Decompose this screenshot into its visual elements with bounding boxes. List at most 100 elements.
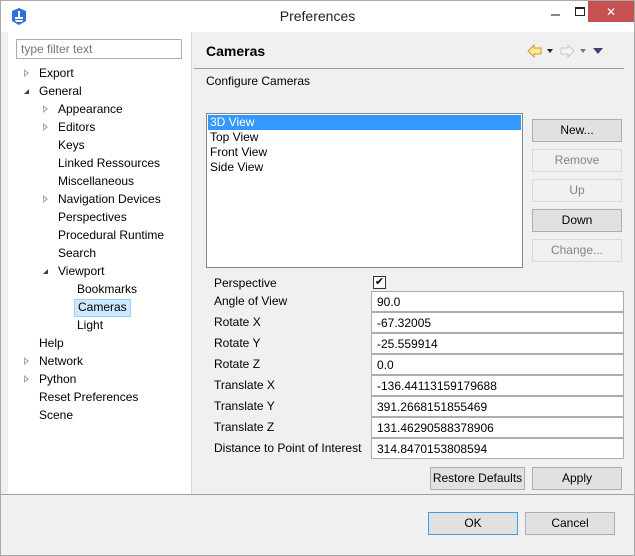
tree-item-network[interactable]: Network: [24, 352, 86, 370]
footer-separator: [1, 494, 634, 495]
tree-item-label: Miscellaneous: [58, 174, 135, 188]
filter-input[interactable]: [16, 39, 182, 59]
camera-list-item[interactable]: 3D View: [208, 115, 521, 130]
rotate-z-input[interactable]: [371, 354, 624, 375]
view-menu-icon[interactable]: [593, 48, 603, 54]
translate-y-row: Translate Y: [214, 396, 624, 417]
window-title: Preferences: [279, 8, 356, 24]
collapsed-arrow-icon[interactable]: [43, 194, 53, 204]
tree-item-search[interactable]: Search: [55, 244, 99, 262]
rotate-y-row: Rotate Y: [214, 333, 624, 354]
page-description: Configure Cameras: [206, 74, 311, 88]
close-button[interactable]: ✕: [588, 1, 634, 22]
rotate-x-input[interactable]: [371, 312, 624, 333]
tree-item-cameras[interactable]: Cameras: [74, 298, 131, 317]
camera-list[interactable]: 3D View Top View Front View Side View: [206, 113, 523, 268]
tree-item-label: Python: [39, 372, 77, 386]
tree-item-label: Keys: [58, 138, 85, 152]
tree-item-label: Network: [39, 354, 84, 368]
rotate-y-label: Rotate Y: [214, 336, 261, 350]
rotate-x-row: Rotate X: [214, 312, 624, 333]
forward-history-dropdown-icon[interactable]: [580, 49, 586, 53]
tree-item-label: Navigation Devices: [58, 192, 161, 206]
tree-item-label: Bookmarks: [77, 282, 138, 296]
camera-list-item[interactable]: Front View: [207, 145, 522, 160]
translate-z-input[interactable]: [371, 417, 624, 438]
tree-item-label: General: [39, 84, 82, 98]
maximize-icon: [575, 7, 585, 16]
cancel-button[interactable]: Cancel: [525, 512, 615, 535]
preference-page: Cameras Configure Cameras 3D View Top Vie…: [194, 32, 634, 494]
move-up-button[interactable]: Up: [532, 179, 622, 202]
collapsed-arrow-icon[interactable]: [43, 104, 53, 114]
translate-y-input[interactable]: [371, 396, 624, 417]
translate-x-label: Translate X: [214, 378, 275, 392]
move-down-button[interactable]: Down: [532, 209, 622, 232]
camera-list-item[interactable]: Top View: [207, 130, 522, 145]
tree-item-label: Help: [39, 336, 64, 350]
minimize-button[interactable]: [541, 1, 569, 22]
tree-item-label: Search: [58, 246, 97, 260]
page-navigation: [527, 44, 603, 58]
translate-z-row: Translate Z: [214, 417, 624, 438]
tree-item-editors[interactable]: Editors: [43, 118, 98, 136]
tree-item-bookmarks[interactable]: Bookmarks: [74, 280, 140, 298]
tree-item-navigation-devices[interactable]: Navigation Devices: [43, 190, 164, 208]
tree-item-label: Editors: [58, 120, 96, 134]
rotate-x-label: Rotate X: [214, 315, 261, 329]
tree-item-linked-ressources[interactable]: Linked Ressources: [55, 154, 163, 172]
tree-item-label: Light: [77, 318, 104, 332]
back-arrow-icon[interactable]: [527, 44, 542, 58]
forward-arrow-icon[interactable]: [560, 44, 575, 58]
distance-poi-input[interactable]: [371, 438, 624, 459]
remove-camera-button[interactable]: Remove: [532, 149, 622, 172]
tree-item-viewport[interactable]: Viewport: [43, 262, 107, 280]
tree-item-scene[interactable]: Scene: [36, 406, 76, 424]
change-camera-button[interactable]: Change...: [532, 239, 622, 262]
expanded-arrow-icon[interactable]: [24, 86, 34, 96]
checkmark-icon: ✔: [374, 276, 385, 288]
tree-item-procedural-runtime[interactable]: Procedural Runtime: [55, 226, 167, 244]
restore-defaults-button[interactable]: Restore Defaults: [430, 467, 525, 490]
back-history-dropdown-icon[interactable]: [547, 49, 553, 53]
translate-y-label: Translate Y: [214, 399, 275, 413]
preference-tree-pane: Export General Appearance Editors Keys Linked…: [8, 32, 192, 494]
angle-of-view-row: Angle of View: [214, 291, 624, 312]
expanded-arrow-icon[interactable]: [43, 266, 53, 276]
collapsed-arrow-icon[interactable]: [24, 374, 34, 384]
distance-poi-row: Distance to Point of Interest: [214, 438, 624, 459]
angle-of-view-input[interactable]: [371, 291, 624, 312]
collapsed-arrow-icon[interactable]: [24, 356, 34, 366]
tree-item-label: Appearance: [58, 102, 123, 116]
camera-list-item[interactable]: Side View: [207, 160, 522, 175]
ok-button[interactable]: OK: [428, 512, 518, 535]
apply-button[interactable]: Apply: [532, 467, 622, 490]
tree-item-keys[interactable]: Keys: [55, 136, 88, 154]
tree-item-general[interactable]: General: [24, 82, 85, 100]
tree-item-label: Viewport: [58, 264, 105, 278]
preferences-window: Preferences ✕ Export General Appearance Edi…: [0, 0, 635, 556]
tree-item-label: Cameras: [74, 299, 131, 317]
tree-item-label: Perspectives: [58, 210, 127, 224]
tree-item-light[interactable]: Light: [74, 316, 106, 334]
tree-item-miscellaneous[interactable]: Miscellaneous: [55, 172, 137, 190]
tree-item-label: Export: [39, 66, 74, 80]
new-camera-button[interactable]: New...: [532, 119, 622, 142]
close-icon: ✕: [605, 4, 617, 19]
tree-item-reset-preferences[interactable]: Reset Preferences: [36, 388, 141, 406]
tree-item-help[interactable]: Help: [36, 334, 67, 352]
perspective-label: Perspective: [214, 276, 277, 290]
header-separator: [194, 68, 624, 69]
rotate-z-label: Rotate Z: [214, 357, 261, 371]
translate-x-input[interactable]: [371, 375, 624, 396]
collapsed-arrow-icon[interactable]: [24, 68, 34, 78]
rotate-y-input[interactable]: [371, 333, 624, 354]
tree-item-label: Scene: [39, 408, 74, 422]
tree-item-label: Reset Preferences: [39, 390, 139, 404]
tree-item-python[interactable]: Python: [24, 370, 79, 388]
collapsed-arrow-icon[interactable]: [43, 122, 53, 132]
perspective-checkbox[interactable]: ✔: [373, 276, 386, 289]
tree-item-appearance[interactable]: Appearance: [43, 100, 126, 118]
tree-item-perspectives[interactable]: Perspectives: [55, 208, 130, 226]
tree-item-export[interactable]: Export: [24, 64, 77, 82]
